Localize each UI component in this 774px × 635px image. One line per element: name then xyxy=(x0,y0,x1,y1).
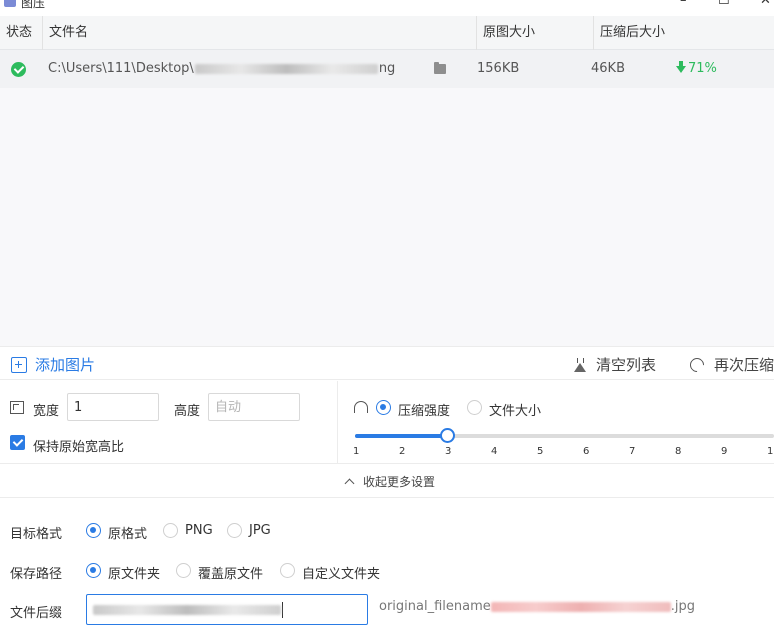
slider-thumb[interactable] xyxy=(440,428,455,443)
save-path-label: 保存路径 xyxy=(10,567,63,582)
table-row[interactable]: C:\Users\111\Desktop\ ng 156KB 46KB 71% xyxy=(0,50,774,88)
radio-format-original[interactable] xyxy=(86,523,101,538)
plus-icon xyxy=(11,356,27,373)
divider xyxy=(337,381,338,464)
suffix-label: 文件后缀 xyxy=(10,606,63,621)
file-table: 状态 文件名 原图大小 压缩后大小 C:\Users\111\Desktop\ n… xyxy=(0,16,774,346)
flask-icon xyxy=(574,357,586,372)
radio-format-png[interactable] xyxy=(163,523,178,538)
redacted-filename xyxy=(194,63,378,74)
keep-ratio-label: 保持原始宽高比 xyxy=(33,440,125,455)
keep-ratio-checkbox[interactable] xyxy=(10,435,25,450)
app-logo-icon xyxy=(4,0,16,7)
resize-icon xyxy=(10,401,24,414)
compress-strength-label: 压缩强度 xyxy=(398,404,451,419)
slider-tick: 2 xyxy=(399,446,406,457)
redacted-suffix xyxy=(93,604,281,615)
table-header: 状态 文件名 原图大小 压缩后大小 xyxy=(0,16,774,50)
file-path: C:\Users\111\Desktop\ ng xyxy=(48,61,396,76)
width-label: 宽度 xyxy=(33,404,60,419)
clear-list-button[interactable]: 清空列表 xyxy=(574,354,656,375)
slider-tick: 9 xyxy=(721,446,728,457)
height-label: 高度 xyxy=(174,404,201,419)
format-option-jpg: JPG xyxy=(249,523,271,538)
slider-tick: 6 xyxy=(583,446,590,457)
output-settings: 目标格式 原格式 PNG JPG 保存路径 原文件夹 覆盖原文件 自定义文件夹 … xyxy=(0,499,774,635)
minimize-button[interactable]: – xyxy=(680,0,687,11)
text-cursor xyxy=(282,601,283,618)
header-original-size[interactable]: 原图大小 xyxy=(476,16,593,50)
filename-preview: original_filename .jpg xyxy=(379,599,696,614)
file-size-label: 文件大小 xyxy=(489,404,542,419)
suffix-input[interactable] xyxy=(86,594,368,625)
title-bar: 图压 – ☐ ✕ xyxy=(0,0,774,15)
path-option-custom: 自定义文件夹 xyxy=(302,567,381,582)
slider-tick: 7 xyxy=(629,446,636,457)
compression-slider[interactable] xyxy=(355,428,774,443)
gauge-icon xyxy=(354,401,368,413)
recompress-button[interactable]: 再次压缩 xyxy=(687,354,774,375)
settings-panel: 宽度 高度 保持原始宽高比 压缩强度 文件大小 1 2 3 4 5 6 7 8 9 10 xyxy=(0,381,774,464)
format-option-png: PNG xyxy=(185,523,213,538)
maximize-button[interactable]: ☐ xyxy=(718,0,730,11)
refresh-icon xyxy=(687,354,707,375)
radio-format-jpg[interactable] xyxy=(227,523,242,538)
toolbar: 添加图片 清空列表 再次压缩 xyxy=(0,346,774,380)
header-status: 状态 xyxy=(6,25,33,40)
slider-tick: 5 xyxy=(537,446,544,457)
slider-tick: 10 xyxy=(767,446,774,457)
compression-ratio: 71% xyxy=(676,50,717,88)
header-filename[interactable]: 文件名 xyxy=(42,16,476,50)
slider-tick: 4 xyxy=(491,446,498,457)
slider-tick: 8 xyxy=(675,446,682,457)
redacted-preview xyxy=(490,601,671,612)
folder-icon[interactable] xyxy=(434,62,446,74)
header-compressed-size[interactable]: 压缩后大小 xyxy=(593,16,774,50)
collapse-bar: 收起更多设置 xyxy=(0,465,774,498)
slider-fill xyxy=(355,434,447,438)
format-label: 目标格式 xyxy=(10,527,63,542)
radio-path-overwrite[interactable] xyxy=(176,563,191,578)
path-option-overwrite: 覆盖原文件 xyxy=(198,567,264,582)
format-option-original: 原格式 xyxy=(108,527,148,542)
arrow-down-icon xyxy=(676,61,686,73)
slider-tick: 3 xyxy=(445,446,452,457)
height-input[interactable] xyxy=(208,393,300,421)
slider-tick: 1 xyxy=(353,446,360,457)
radio-compress-strength[interactable] xyxy=(376,400,391,415)
width-input[interactable] xyxy=(67,393,159,421)
window-title: 图压 xyxy=(21,0,46,10)
success-check-icon xyxy=(11,62,26,77)
radio-path-custom[interactable] xyxy=(280,563,295,578)
chevron-up-icon xyxy=(344,478,355,489)
close-button[interactable]: ✕ xyxy=(760,0,771,11)
add-images-button[interactable]: 添加图片 xyxy=(11,354,95,375)
radio-path-original[interactable] xyxy=(86,563,101,578)
collapse-settings-button[interactable]: 收起更多设置 xyxy=(344,473,435,490)
compressed-size: 46KB xyxy=(591,61,625,76)
radio-file-size[interactable] xyxy=(467,400,482,415)
path-option-original: 原文件夹 xyxy=(108,567,161,582)
original-size: 156KB xyxy=(477,61,520,76)
